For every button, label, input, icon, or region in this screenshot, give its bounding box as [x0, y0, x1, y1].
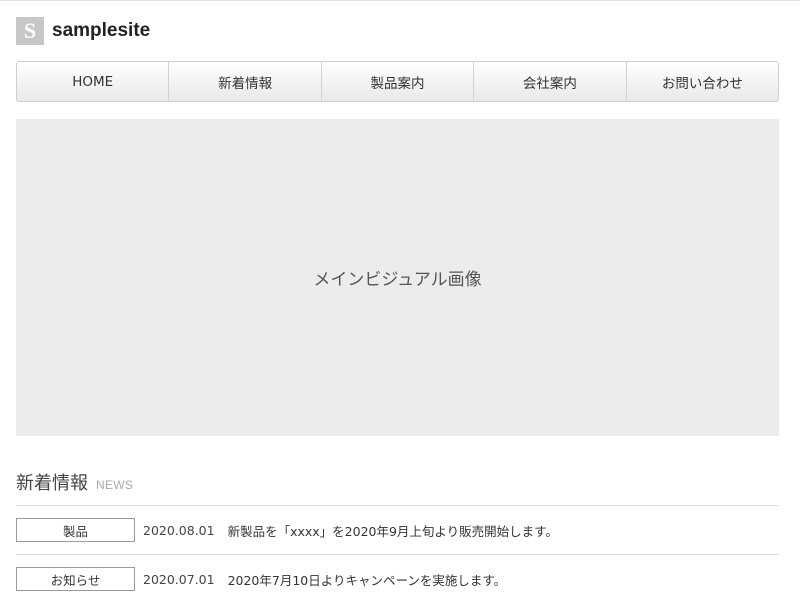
news-category-badge: お知らせ: [16, 567, 135, 591]
nav-item-company[interactable]: 会社案内: [473, 62, 625, 101]
news-item: 製品 2020.08.01 新製品を「xxxx」を2020年9月上旬より販売開始…: [16, 505, 779, 554]
news-subtitle: NEWS: [96, 478, 134, 492]
top-divider: [0, 0, 800, 1]
nav-item-news[interactable]: 新着情報: [168, 62, 320, 101]
news-title: 新着情報: [16, 473, 88, 494]
main-visual: メインビジュアル画像: [16, 119, 779, 436]
news-list: 製品 2020.08.01 新製品を「xxxx」を2020年9月上旬より販売開始…: [16, 505, 779, 603]
site-header: S samplesite: [16, 17, 150, 45]
site-logo-icon[interactable]: S: [16, 17, 44, 45]
news-date: 2020.07.01: [143, 571, 215, 587]
global-navigation: HOME 新着情報 製品案内 会社案内 お問い合わせ: [16, 61, 779, 102]
news-date: 2020.08.01: [143, 522, 215, 538]
nav-item-home[interactable]: HOME: [17, 62, 168, 101]
news-link[interactable]: 2020年7月10日よりキャンペーンを実施します。: [228, 570, 507, 589]
news-item: お知らせ 2020.07.01 2020年7月10日よりキャンペーンを実施します…: [16, 554, 779, 603]
nav-item-contact[interactable]: お問い合わせ: [625, 62, 778, 101]
news-link[interactable]: 新製品を「xxxx」を2020年9月上旬より販売開始します。: [228, 521, 558, 540]
site-name[interactable]: samplesite: [52, 20, 150, 42]
main-visual-label: メインビジュアル画像: [313, 270, 482, 290]
news-heading: 新着情報 NEWS: [16, 469, 134, 494]
news-category-badge: 製品: [16, 518, 135, 542]
nav-item-products[interactable]: 製品案内: [320, 62, 473, 101]
